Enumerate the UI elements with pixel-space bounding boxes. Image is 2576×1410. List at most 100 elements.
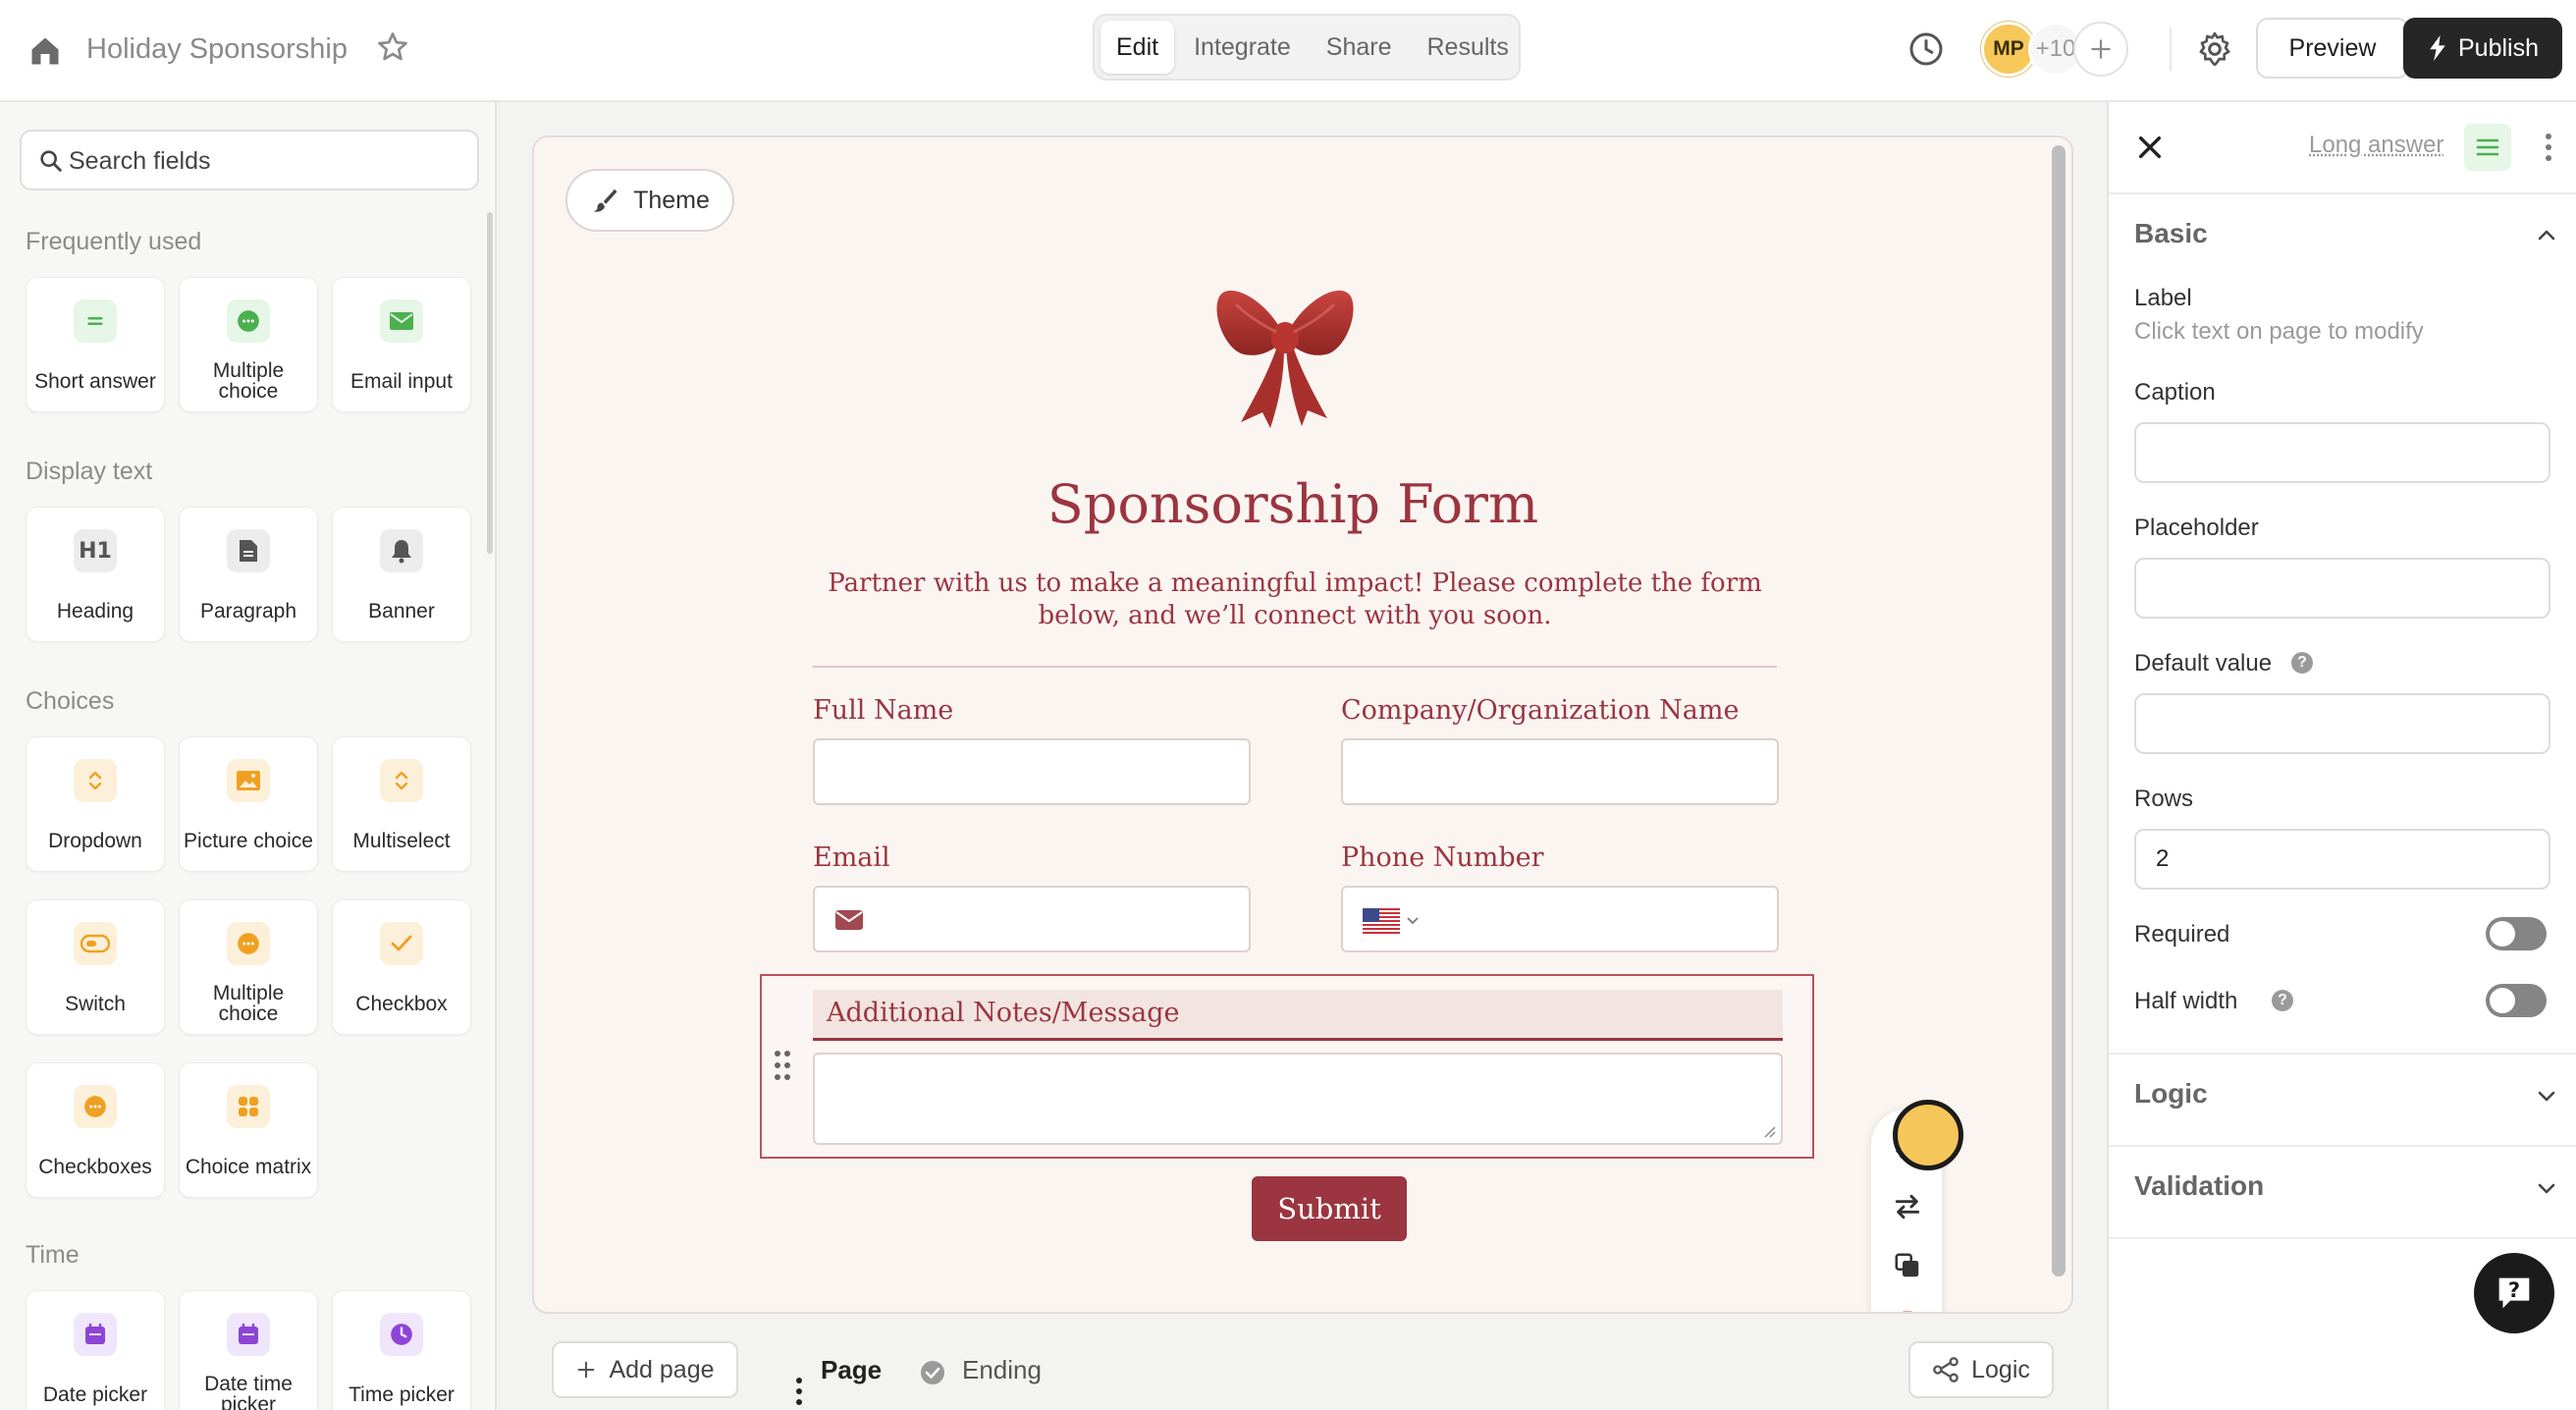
field-properties-panel: Long answer Basic Label Click text on pa…	[2107, 102, 2576, 1410]
preview-button[interactable]: Preview	[2256, 18, 2409, 79]
clock-icon	[380, 1313, 423, 1356]
email-label[interactable]: Email	[813, 842, 890, 873]
short-answer-icon	[74, 299, 117, 343]
full-name-input[interactable]	[813, 738, 1251, 805]
star-icon[interactable]	[375, 29, 410, 65]
ending-tab[interactable]: Ending	[962, 1355, 1042, 1385]
scrollbar[interactable]	[2052, 145, 2066, 1276]
chevron-down-icon[interactable]	[2535, 1176, 2558, 1200]
field-tile-paragraph[interactable]: Paragraph	[179, 507, 318, 642]
search-box[interactable]	[20, 130, 479, 190]
placeholder-input[interactable]	[2134, 558, 2550, 619]
field-tile-date-time-picker[interactable]: Date time picker	[179, 1290, 318, 1410]
email-input[interactable]	[813, 886, 1251, 952]
tab-integrate[interactable]: Integrate	[1178, 21, 1307, 74]
field-tile-multiselect[interactable]: Multiselect	[332, 736, 471, 872]
company-label[interactable]: Company/Organization Name	[1341, 695, 1739, 726]
tab-results[interactable]: Results	[1412, 21, 1525, 74]
selected-field-block[interactable]: Additional Notes/Message	[760, 974, 1814, 1159]
section-logic[interactable]: Logic	[2134, 1078, 2208, 1110]
field-tile-label: Dropdown	[48, 829, 142, 852]
gear-icon[interactable]	[2195, 29, 2234, 69]
field-tile-label: Multiselect	[352, 829, 451, 852]
country-selector[interactable]	[1363, 907, 1420, 935]
phone-label[interactable]: Phone Number	[1341, 842, 1544, 873]
company-input[interactable]	[1341, 738, 1779, 805]
help-chat-button[interactable]: ?	[2474, 1253, 2554, 1333]
submit-button[interactable]: Submit	[1252, 1176, 1407, 1241]
close-icon[interactable]	[2134, 132, 2166, 163]
scrollbar[interactable]	[487, 212, 493, 554]
svg-text:?: ?	[2508, 1277, 2520, 1302]
logic-button[interactable]: Logic	[1908, 1341, 2054, 1398]
field-tile-multiple-choice[interactable]: Multiple choice	[179, 277, 318, 412]
home-icon[interactable]	[27, 33, 63, 69]
chevron-down-icon	[1407, 917, 1419, 925]
duplicate-field-button[interactable]	[1891, 1249, 1924, 1282]
radio-icon	[227, 922, 270, 965]
field-tile-label: Email input	[350, 369, 453, 393]
form-description[interactable]: Partner with us to make a meaningful imp…	[809, 568, 1781, 632]
placeholder-label: Placeholder	[2134, 515, 2259, 541]
heading-icon: H1	[74, 529, 117, 572]
section-validation[interactable]: Validation	[2134, 1170, 2264, 1202]
duplicate-icon	[1895, 1253, 1919, 1277]
change-field-type-button[interactable]	[1891, 1190, 1924, 1223]
page-menu-icon[interactable]	[791, 1375, 807, 1408]
field-tile-choice-matrix[interactable]: Choice matrix	[179, 1062, 318, 1198]
field-type-label[interactable]: Long answer	[2309, 132, 2443, 159]
more-vertical-icon[interactable]	[2543, 132, 2554, 163]
toggle-icon	[74, 922, 117, 965]
section-basic[interactable]: Basic	[2134, 218, 2208, 249]
tab-share[interactable]: Share	[1311, 21, 1408, 74]
drag-handle-icon[interactable]	[772, 1049, 793, 1082]
delete-field-button[interactable]	[1891, 1308, 1924, 1312]
clock-icon[interactable]	[1906, 29, 1946, 69]
rows-input[interactable]	[2134, 829, 2550, 890]
notes-label-editor[interactable]: Additional Notes/Message	[813, 990, 1783, 1041]
field-tile-time-picker[interactable]: Time picker	[332, 1290, 471, 1410]
phone-input[interactable]	[1341, 886, 1779, 952]
field-tile-heading[interactable]: H1 Heading	[26, 507, 165, 642]
theme-button[interactable]: Theme	[565, 169, 734, 232]
field-tile-label: Short answer	[34, 369, 156, 393]
field-tile-switch[interactable]: Switch	[26, 899, 165, 1035]
divider	[2109, 192, 2576, 194]
field-tile-email-input[interactable]: Email input	[332, 277, 471, 412]
chevrons-icon	[74, 759, 117, 802]
half-width-toggle[interactable]	[2486, 984, 2547, 1017]
field-tile-label: Banner	[368, 599, 435, 623]
field-tile-checkbox[interactable]: Checkbox	[332, 899, 471, 1035]
form-title[interactable]: Holiday Sponsorship	[86, 29, 348, 69]
tab-edit[interactable]: Edit	[1100, 21, 1175, 74]
field-tile-date-picker[interactable]: Date picker	[26, 1290, 165, 1410]
notes-textarea[interactable]	[813, 1053, 1783, 1145]
default-value-input[interactable]	[2134, 693, 2550, 754]
page-tab[interactable]: Page	[821, 1355, 882, 1385]
publish-button[interactable]: Publish	[2403, 18, 2562, 79]
caption-input[interactable]	[2134, 422, 2550, 483]
chevron-down-icon[interactable]	[2535, 1084, 2558, 1108]
paintbrush-icon	[593, 189, 617, 212]
field-tile-multiple-choice-2[interactable]: Multiple choice	[179, 899, 318, 1035]
image-icon	[227, 759, 270, 802]
help-icon[interactable]: ?	[2272, 990, 2293, 1011]
chevron-up-icon[interactable]	[2535, 224, 2558, 247]
notes-label[interactable]: Additional Notes/Message	[827, 998, 1180, 1028]
divider	[813, 666, 1777, 668]
publish-label: Publish	[2458, 33, 2539, 62]
default-value-label: Default value	[2134, 650, 2273, 677]
field-tile-checkboxes[interactable]: Checkboxes	[26, 1062, 165, 1198]
form-heading[interactable]: Sponsorship Form	[534, 473, 2052, 535]
search-input[interactable]	[69, 141, 461, 181]
invite-button[interactable]	[2073, 22, 2128, 77]
add-page-button[interactable]: Add page	[552, 1341, 738, 1398]
field-tile-dropdown[interactable]: Dropdown	[26, 736, 165, 872]
field-tile-banner[interactable]: Banner	[332, 507, 471, 642]
help-icon[interactable]: ?	[2291, 652, 2313, 674]
required-toggle[interactable]	[2486, 917, 2547, 950]
field-tile-picture-choice[interactable]: Picture choice	[179, 736, 318, 872]
field-tile-short-answer[interactable]: Short answer	[26, 277, 165, 412]
full-name-label[interactable]: Full Name	[813, 695, 953, 726]
resize-handle-icon[interactable]	[1761, 1123, 1777, 1139]
